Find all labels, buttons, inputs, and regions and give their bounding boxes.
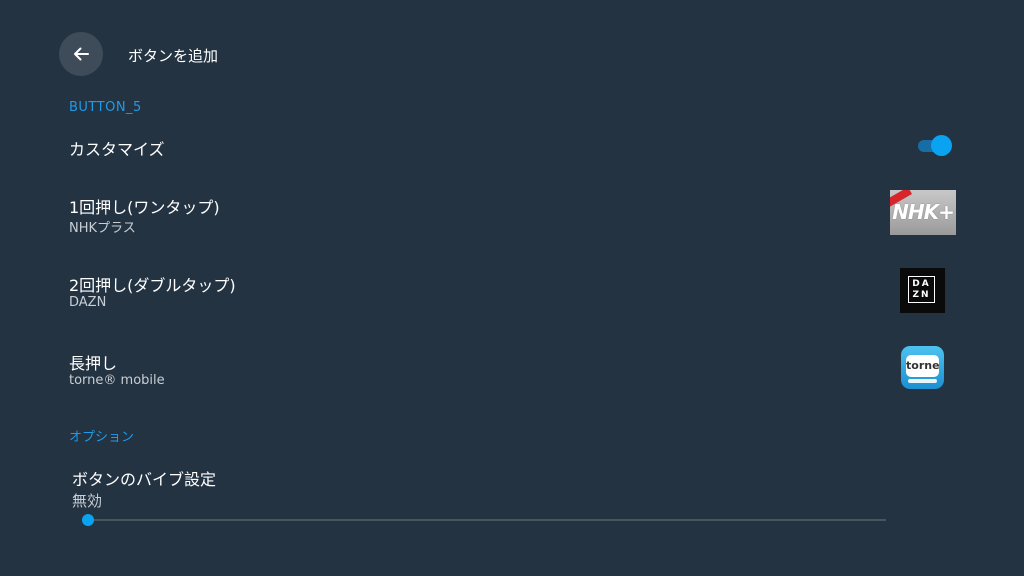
long-press-title: 長押し [69,354,118,373]
toggle-thumb [931,135,952,156]
customize-row[interactable]: カスタマイズ [60,126,964,166]
double-tap-title: 2回押し(ダブルタップ) [69,276,236,295]
page-title: ボタンを追加 [128,47,219,65]
customize-label: カスタマイズ [69,140,165,159]
slider-rail [86,519,886,521]
single-tap-row[interactable]: 1回押し(ワンタップ) NHKプラス [60,186,964,240]
section-header-options: オプション [69,430,135,445]
nhk-plus-icon: NHK+ [890,190,956,235]
nhk-logo-text: NHK+ [892,200,955,224]
double-tap-row[interactable]: 2回押し(ダブルタップ) DAZN [60,264,964,318]
arrow-left-icon [74,47,89,61]
torne-logo-text: torne [906,359,940,372]
single-tap-app: NHKプラス [69,221,136,236]
customize-toggle[interactable] [916,135,952,156]
torne-base [908,379,937,383]
dazn-frame: DA ZN [908,276,935,303]
torne-mobile-icon: torne [901,346,944,389]
dazn-text-top: DA [912,279,931,289]
section-header-button: BUTTON_5 [69,100,142,115]
vibration-slider[interactable] [82,513,886,527]
slider-knob[interactable] [82,514,94,526]
single-tap-title: 1回押し(ワンタップ) [69,198,220,217]
long-press-row[interactable]: 長押し torne® mobile [60,342,964,396]
vibration-label: ボタンのバイブ設定 [72,470,217,489]
vibration-value: 無効 [72,492,103,510]
dazn-text-bottom: ZN [912,290,931,300]
back-button[interactable] [59,32,103,76]
torne-screen: torne [906,355,940,377]
dazn-icon: DA ZN [900,268,945,313]
long-press-app: torne® mobile [69,373,165,388]
double-tap-app: DAZN [69,295,107,310]
